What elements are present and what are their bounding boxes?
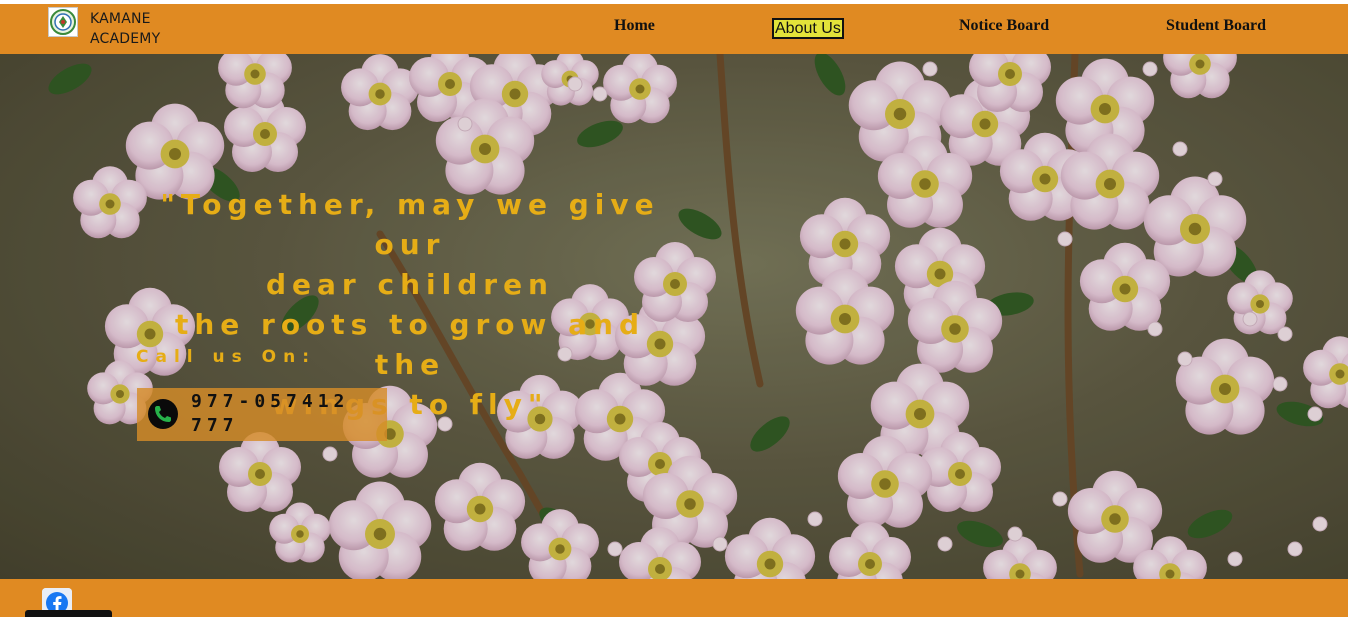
site-footer <box>0 579 1348 617</box>
footer-dark-bar <box>25 610 112 617</box>
nav-home-link[interactable]: Home <box>614 17 655 35</box>
school-crest-icon[interactable] <box>48 7 78 37</box>
nav-notice-board-link[interactable]: Notice Board <box>959 17 1049 35</box>
phone-number[interactable]: 977-057412777 <box>191 390 361 438</box>
quote-line-1: "Together, may we give our <box>160 188 660 261</box>
quote-line-3: the roots to grow and the <box>174 308 646 381</box>
hero-banner: "Together, may we give our dear children… <box>0 54 1348 579</box>
brand-line-1: KAMANE <box>90 11 151 27</box>
phone-contact-box[interactable]: 977-057412777 <box>137 388 387 441</box>
call-us-label: Call us On: <box>136 347 317 367</box>
site-header: KAMANE ACADEMY Home About Us Notice Boar… <box>0 4 1348 54</box>
phone-icon <box>148 399 178 429</box>
nav-student-board-link[interactable]: Student Board <box>1166 17 1266 35</box>
brand-line-2: ACADEMY <box>90 31 161 47</box>
quote-line-2: dear children <box>266 268 554 301</box>
nav-about-link[interactable]: About Us <box>772 18 844 39</box>
brand-name[interactable]: KAMANE ACADEMY <box>90 9 160 49</box>
